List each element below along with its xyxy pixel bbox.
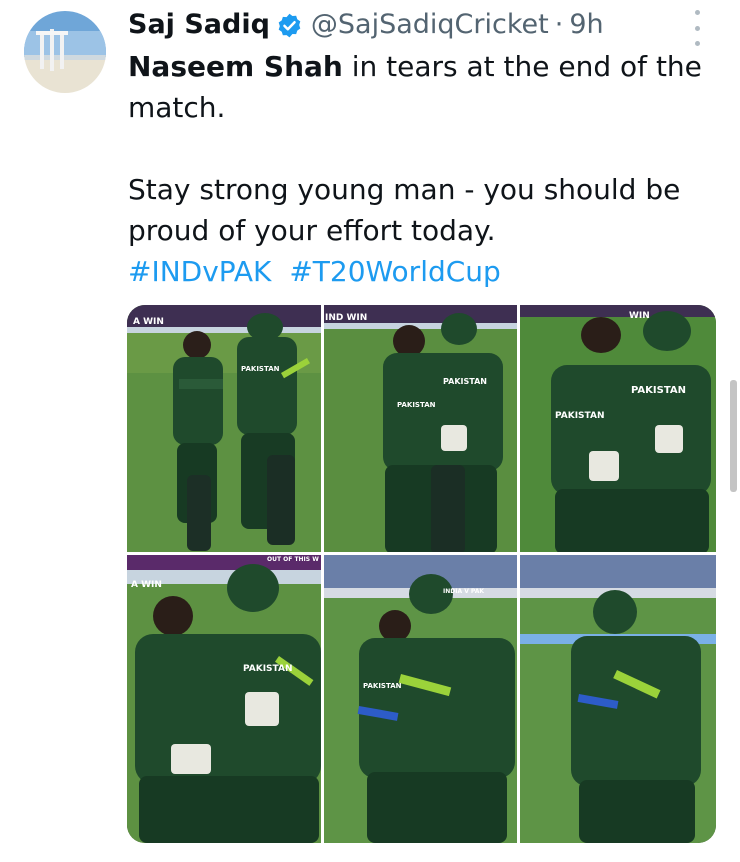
photo-players-consoling bbox=[127, 554, 323, 843]
tweet-line-2: Stay strong young man - you should be pr… bbox=[128, 173, 681, 247]
hashtags: #INDvPAK #T20WorldCup bbox=[128, 251, 708, 292]
shirt-text-4: PAKISTAN bbox=[631, 385, 686, 396]
photo-panel-4[interactable]: A WIN OUT OF THIS W PAKISTAN bbox=[127, 554, 323, 843]
shirt-text-3: PAKISTAN bbox=[397, 401, 436, 409]
photo-panel-1[interactable]: A WIN PAKISTAN bbox=[127, 305, 323, 554]
author-avatar[interactable] bbox=[24, 11, 106, 93]
board-text-5: OUT OF THIS W bbox=[267, 556, 319, 563]
photo-player-walking-off bbox=[519, 554, 716, 843]
shirt-text-6: PAKISTAN bbox=[243, 664, 293, 674]
author-handle[interactable]: @SajSadiqCricket bbox=[311, 6, 549, 44]
avatar-image bbox=[24, 11, 106, 93]
photo-player-embrace bbox=[323, 305, 519, 554]
shirt-text-2: PAKISTAN bbox=[443, 377, 487, 386]
board-text-6: INDIA V PAK bbox=[443, 588, 485, 595]
board-text-4: A WIN bbox=[131, 580, 162, 590]
board-text-2: IND WIN bbox=[325, 313, 368, 323]
grid-divider bbox=[127, 552, 716, 555]
mention-name: Naseem Shah bbox=[128, 50, 343, 83]
shirt-text-7: PAKISTAN bbox=[363, 682, 402, 690]
board-text-3: WIN bbox=[629, 311, 650, 321]
photo-player-closeup bbox=[519, 305, 716, 554]
photo-players-walking bbox=[127, 305, 323, 554]
verified-badge-icon bbox=[276, 12, 303, 39]
board-text-1: A WIN bbox=[133, 317, 164, 327]
scrollbar[interactable] bbox=[730, 380, 737, 492]
grid-divider bbox=[321, 305, 324, 843]
author-name[interactable]: Saj Sadiq bbox=[128, 6, 270, 44]
tweet-timestamp[interactable]: 9h bbox=[569, 6, 603, 44]
shirt-text-1: PAKISTAN bbox=[241, 365, 280, 373]
tweet-media-grid[interactable]: A WIN PAKISTAN IND WIN PAKISTAN PAKISTAN bbox=[127, 305, 716, 843]
hashtag-t20worldcup[interactable]: #T20WorldCup bbox=[289, 255, 501, 288]
hashtag-indvpak[interactable]: #INDvPAK bbox=[128, 255, 271, 288]
shirt-text-5: PAKISTAN bbox=[555, 411, 605, 421]
tweet-line-1: Naseem Shah in tears at the end of the m… bbox=[128, 46, 708, 128]
separator-dot: · bbox=[554, 9, 564, 40]
photo-panel-2[interactable]: IND WIN PAKISTAN PAKISTAN bbox=[323, 305, 519, 554]
photo-panel-5[interactable]: INDIA V PAK PAKISTAN bbox=[323, 554, 519, 843]
grid-divider bbox=[517, 305, 520, 843]
photo-panel-3[interactable]: WIN PAKISTAN PAKISTAN bbox=[519, 305, 716, 554]
photo-panel-6[interactable] bbox=[519, 554, 716, 843]
tweet-header: Saj Sadiq @SajSadiqCricket · 9h bbox=[128, 6, 604, 44]
photo-players-stadium bbox=[323, 554, 519, 843]
tweet-text: Naseem Shah in tears at the end of the m… bbox=[128, 46, 708, 292]
more-options-icon[interactable] bbox=[686, 10, 708, 46]
